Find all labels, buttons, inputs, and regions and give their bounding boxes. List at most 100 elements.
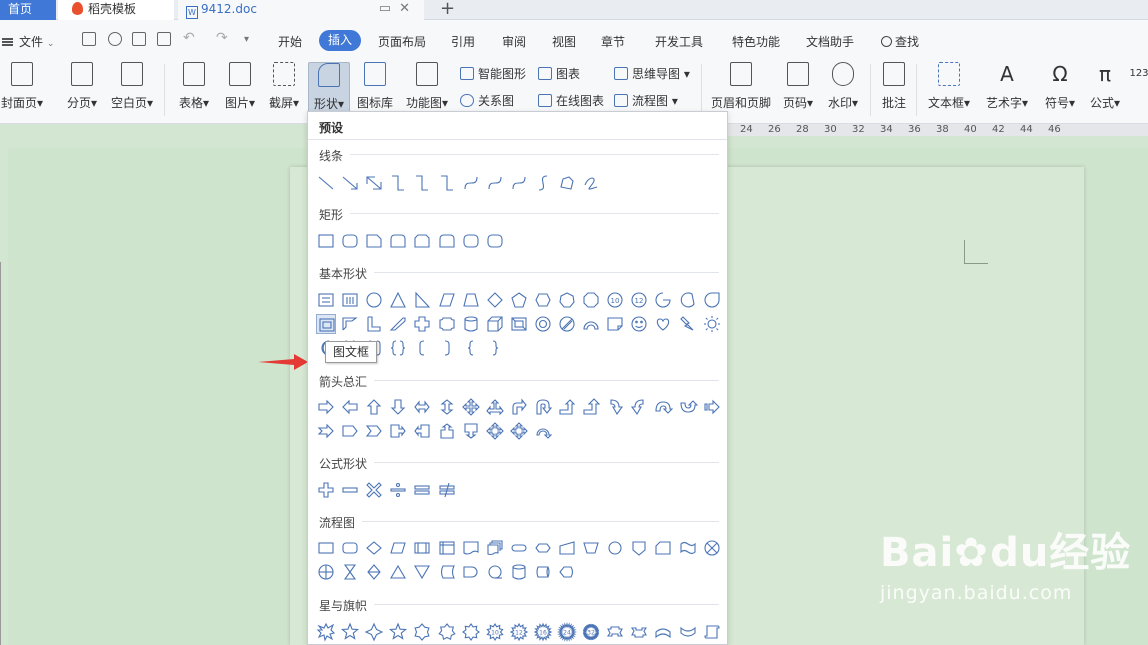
pin-icon[interactable]: ▭: [379, 1, 399, 16]
shape-star-icon[interactable]: [364, 622, 384, 642]
tab-daoke-template[interactable]: 稻壳模板: [58, 0, 174, 20]
shape-f_manop-icon[interactable]: [581, 538, 601, 558]
shape-f_conn-icon[interactable]: [605, 538, 625, 558]
shape-chord-icon[interactable]: [678, 290, 698, 310]
watermark-button[interactable]: 水印▾: [824, 62, 862, 111]
shape-scurve-icon[interactable]: [533, 173, 553, 193]
shape-explosion-icon[interactable]: [316, 622, 336, 642]
shape-rect-icon[interactable]: [316, 231, 336, 251]
shape-circle-icon[interactable]: [364, 290, 384, 310]
shape-star-icon[interactable]: 24: [557, 622, 577, 642]
shape-f_seq-icon[interactable]: [485, 562, 505, 582]
shape-ar_lu-icon[interactable]: [557, 397, 577, 417]
shape-can-icon[interactable]: [461, 314, 481, 334]
symbol-button[interactable]: Ω 符号▾: [1040, 62, 1080, 111]
save-icon[interactable]: [82, 32, 96, 46]
menu-file[interactable]: 文件 ⌄: [2, 33, 54, 50]
shape-star-icon[interactable]: [340, 622, 360, 642]
shape-star-icon[interactable]: [412, 622, 432, 642]
print-preview-icon[interactable]: [157, 32, 171, 46]
shape-plus-icon[interactable]: [316, 480, 336, 500]
menu-chapter[interactable]: 章节: [601, 33, 625, 50]
shape-elbow-icon[interactable]: [437, 173, 457, 193]
shape-f_tape-icon[interactable]: [678, 538, 698, 558]
shape-bevel-icon[interactable]: [509, 314, 529, 334]
shape-ar_r-icon[interactable]: [316, 397, 336, 417]
shape-f_merge-icon[interactable]: [412, 562, 432, 582]
mind-map-button[interactable]: 思维导图 ▾: [614, 65, 690, 82]
blank-page-button[interactable]: 空白页▾: [108, 62, 156, 111]
relation-chart-button[interactable]: 关系图: [460, 92, 514, 109]
shape-curve-icon[interactable]: [485, 173, 505, 193]
shape-line-icon[interactable]: [316, 173, 336, 193]
menu-reference[interactable]: 引用: [451, 33, 475, 50]
cover-page-button[interactable]: 封面页▾: [0, 62, 44, 111]
menu-review[interactable]: 审阅: [502, 33, 526, 50]
comment-button[interactable]: 批注: [878, 62, 910, 111]
menu-special[interactable]: 特色功能: [732, 33, 780, 50]
redo-icon[interactable]: ↷: [216, 30, 228, 46]
undo-icon[interactable]: ↶: [183, 30, 195, 46]
shape-round1-icon[interactable]: [437, 231, 457, 251]
shape-f_term-icon[interactable]: [509, 538, 529, 558]
shape-heart-icon[interactable]: [653, 314, 673, 334]
shape-decagon-icon[interactable]: 10: [605, 290, 625, 310]
shape-scribble-icon[interactable]: [581, 173, 601, 193]
shape-f_delay-icon[interactable]: [461, 562, 481, 582]
shape-textbox-icon[interactable]: [316, 290, 336, 310]
shape-sun-icon[interactable]: [702, 314, 722, 334]
shape-hexagon-icon[interactable]: [533, 290, 553, 310]
shape-rrect-icon[interactable]: [340, 231, 360, 251]
shape-f_man-icon[interactable]: [557, 538, 577, 558]
shape-chevron-icon[interactable]: [364, 421, 384, 441]
shape-ar_cr-icon[interactable]: [605, 397, 625, 417]
shape-ar_u-icon[interactable]: [364, 397, 384, 417]
shape-ar_d-icon[interactable]: [388, 397, 408, 417]
shape-ar_notch-icon[interactable]: [316, 421, 336, 441]
shape-notequal-icon[interactable]: [437, 480, 457, 500]
shape-tear-icon[interactable]: [702, 290, 722, 310]
shape-star-icon[interactable]: 16: [533, 622, 553, 642]
shape-elbow-icon[interactable]: [412, 173, 432, 193]
shape-callout_4-icon[interactable]: [485, 421, 505, 441]
shape-ar_uturn-icon[interactable]: [533, 397, 553, 417]
shape-circarrow-icon[interactable]: [533, 421, 553, 441]
shape-callout_4-icon[interactable]: [509, 421, 529, 441]
shape-f_sum-icon[interactable]: [702, 538, 722, 558]
shape-diagstripe-icon[interactable]: [388, 314, 408, 334]
shape-diamond-icon[interactable]: [485, 290, 505, 310]
new-tab-icon[interactable]: +: [440, 0, 455, 19]
shape-trapezoid-icon[interactable]: [461, 290, 481, 310]
menu-insert[interactable]: 插入: [319, 30, 361, 51]
shape-ar_3-icon[interactable]: [485, 397, 505, 417]
shape-ar_4-icon[interactable]: [461, 397, 481, 417]
shape-f_offpage-icon[interactable]: [629, 538, 649, 558]
shape-cross-icon[interactable]: [412, 314, 432, 334]
shape-freeform-icon[interactable]: [557, 173, 577, 193]
shape-folded-icon[interactable]: [605, 314, 625, 334]
shape-f_sort-icon[interactable]: [364, 562, 384, 582]
shape-ribbon_dn-icon[interactable]: [629, 622, 649, 642]
shape-star-icon[interactable]: 10: [485, 622, 505, 642]
shape-arrowline-icon[interactable]: [340, 173, 360, 193]
shape-ar_str-icon[interactable]: [702, 397, 722, 417]
tab-home[interactable]: 首页: [0, 0, 56, 20]
tab-document[interactable]: W 9412.doc ▭✕: [178, 0, 424, 20]
shape-star-icon[interactable]: [437, 622, 457, 642]
formula-button[interactable]: π 公式▾: [1086, 62, 1124, 111]
flowchart-button[interactable]: 流程图 ▾: [614, 92, 678, 109]
shape-pie-icon[interactable]: [653, 290, 673, 310]
shape-ar_cu-icon[interactable]: [653, 397, 674, 417]
shape-round1-icon[interactable]: [388, 231, 408, 251]
shape-star-icon[interactable]: [461, 622, 481, 642]
menu-search[interactable]: 查找: [881, 33, 919, 50]
shape-callout_r-icon[interactable]: [388, 421, 408, 441]
shape-callout_l-icon[interactable]: [412, 421, 432, 441]
close-icon[interactable]: ✕: [399, 1, 418, 16]
shape-frame-icon[interactable]: [316, 314, 336, 334]
shape-ar_ud-icon[interactable]: [437, 397, 457, 417]
shape-ribbon_up-icon[interactable]: [605, 622, 625, 642]
format-painter-icon[interactable]: [108, 32, 122, 46]
shape-ar_cd-icon[interactable]: [678, 397, 698, 417]
shape-callout_u-icon[interactable]: [437, 421, 457, 441]
